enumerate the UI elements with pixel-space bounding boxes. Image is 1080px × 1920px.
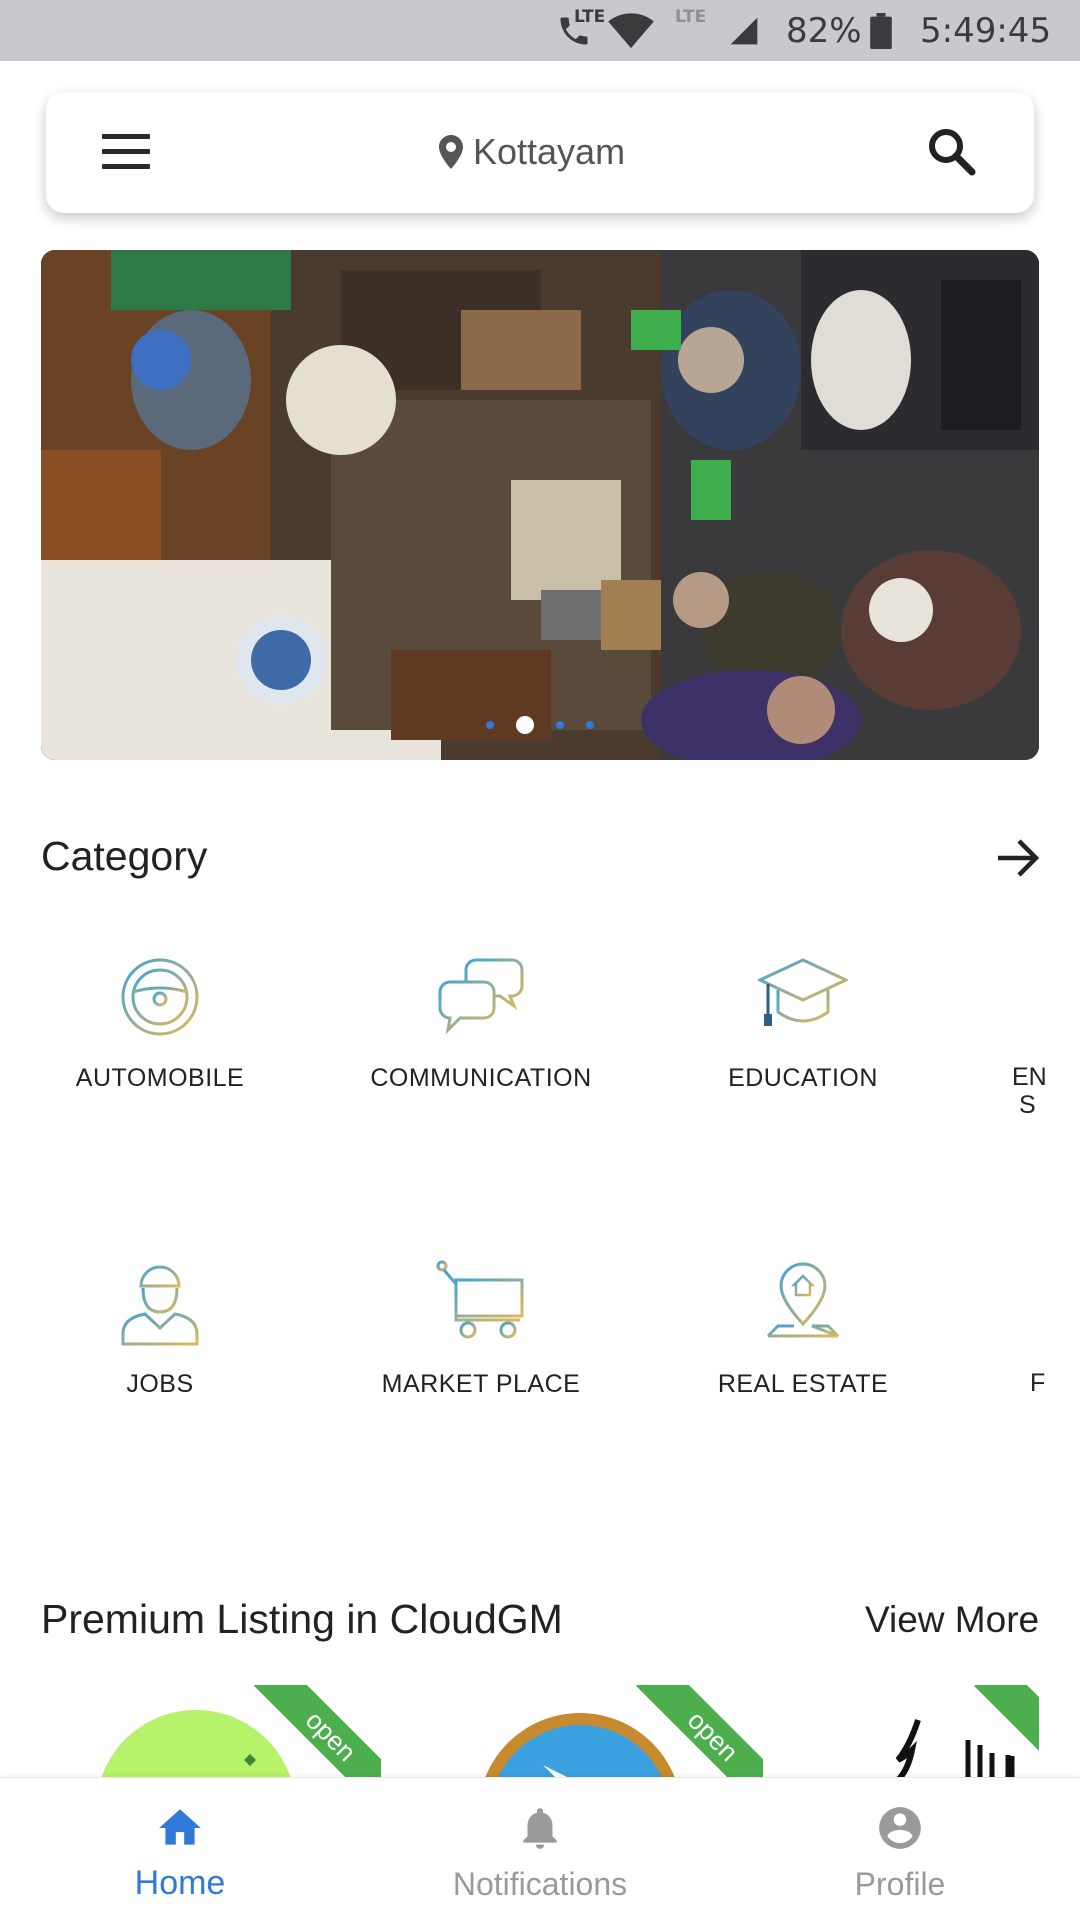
category-partial-label[interactable]: F [1030, 1369, 1080, 1398]
category-automobile[interactable]: AUTOMOBILE [0, 952, 320, 1093]
banner-carousel[interactable] [41, 250, 1039, 760]
location-label: Kottayam [473, 131, 626, 172]
data-lte-label: LTE [675, 6, 707, 27]
top-search-bar: Kottayam [46, 92, 1034, 213]
premium-title: Premium Listing in CloudGM [41, 1596, 563, 1642]
nav-profile-label: Profile [854, 1866, 946, 1902]
category-real-estate[interactable]: REAL ESTATE [643, 1258, 963, 1399]
nav-notifications[interactable]: Notifications [360, 1778, 720, 1920]
bottom-navigation: Home Notifications Profile [0, 1777, 1080, 1920]
category-label: COMMUNICATION [370, 1064, 592, 1092]
category-label: MARKET PLACE [381, 1370, 581, 1398]
category-label: AUTOMOBILE [75, 1064, 245, 1092]
clock: 5:49:45 [920, 10, 1052, 51]
carousel-dot[interactable] [486, 721, 494, 729]
category-communication[interactable]: COMMUNICATION [321, 952, 641, 1093]
category-title: Category [41, 833, 208, 879]
worker-icon [121, 1265, 199, 1346]
profile-icon [879, 1807, 921, 1849]
cart-icon [436, 1260, 524, 1339]
category-education[interactable]: EDUCATION [643, 952, 963, 1093]
location-selector[interactable]: Kottayam [439, 127, 625, 177]
signal-icon [728, 0, 760, 61]
category-jobs[interactable]: JOBS [0, 1258, 320, 1399]
call-lte-label: LTE [574, 6, 606, 27]
chat-bubbles-icon [438, 958, 524, 1035]
category-market-place[interactable]: MARKET PLACE [321, 1258, 641, 1399]
view-more-link[interactable]: View More [865, 1599, 1039, 1641]
carousel-indicator [41, 716, 1039, 734]
carousel-dot[interactable] [586, 721, 594, 729]
house-pin-icon [766, 1262, 842, 1346]
nav-profile[interactable]: Profile [720, 1778, 1080, 1920]
battery-percent: 82% [786, 10, 862, 51]
location-pin-icon [439, 135, 463, 169]
market-photo [41, 250, 1039, 760]
battery-icon [870, 0, 892, 61]
category-label: REAL ESTATE [717, 1370, 889, 1398]
bell-icon [523, 1808, 557, 1849]
wifi-icon [608, 0, 654, 61]
nav-notifications-label: Notifications [452, 1866, 628, 1902]
category-label: EDUCATION [728, 1064, 878, 1092]
carousel-dot-active[interactable] [516, 716, 534, 734]
category-label: JOBS [126, 1370, 194, 1398]
search-icon[interactable] [926, 126, 978, 178]
menu-icon[interactable] [102, 128, 150, 176]
status-bar: LTE LTE 82% 5:49:45 [0, 0, 1080, 61]
steering-wheel-icon [121, 958, 199, 1036]
graduation-cap-icon [758, 958, 848, 1026]
nav-home-label: Home [134, 1864, 226, 1902]
home-icon [159, 1809, 201, 1845]
arrow-right-icon[interactable] [995, 835, 1041, 881]
carousel-dot[interactable] [556, 721, 564, 729]
category-partial-label[interactable]: EN S [1012, 1063, 1080, 1119]
nav-home[interactable]: Home [0, 1778, 360, 1920]
